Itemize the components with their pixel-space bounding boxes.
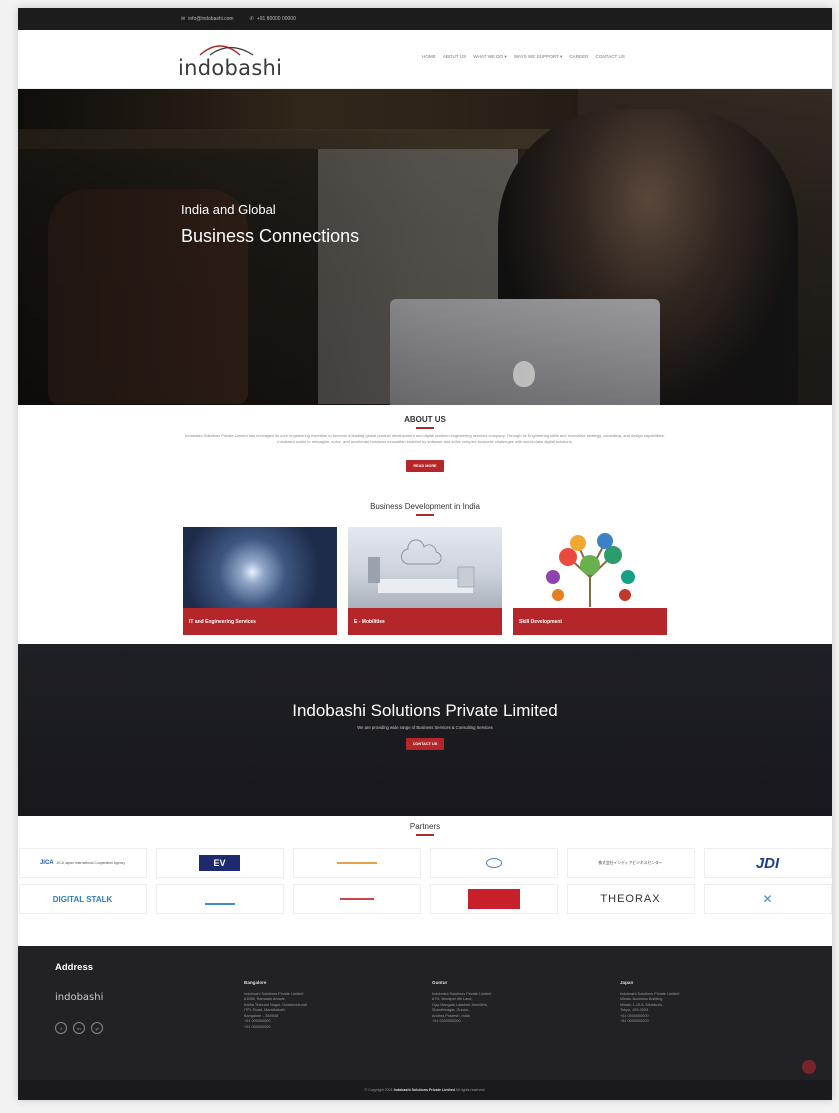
footer-column-bangalore: Bangalore Indobashi Solutions Private Li… <box>244 980 364 1030</box>
partner-name: JICA Japan International Cooperation Age… <box>56 861 126 865</box>
phone-line: +91 0000000000 <box>432 1019 461 1023</box>
partner-logo-12[interactable]: ✕ <box>703 884 832 914</box>
phone-line: +81 0000000000 <box>620 1019 649 1023</box>
nav-ways-we-support[interactable]: WAYS WE SUPPORT ▾ <box>514 54 563 60</box>
card-it-engineering[interactable]: IT and Engineering Services <box>183 527 337 635</box>
skills-tree-icon <box>546 533 635 607</box>
title-underline <box>416 834 434 836</box>
top-bar: ✉ info@indobashi.com ✆ +91 80000 00000 <box>18 8 832 30</box>
partner-logo-ev[interactable]: EV <box>155 848 284 878</box>
envelope-icon: ✉ <box>181 16 186 22</box>
about-title: ABOUT US <box>404 415 446 424</box>
footer-address-title: Address <box>55 962 94 973</box>
footer-column-japan: Japan Indobashi Solutions Private Limite… <box>620 980 740 1025</box>
bridge-arc-icon <box>199 45 254 56</box>
partner-logo-ibc[interactable]: 株式会社インディアビジネスセンター <box>566 848 695 878</box>
partner-name: JDI <box>755 854 780 872</box>
card-label: Skill Development <box>513 608 667 635</box>
cloud-devices-image <box>348 527 502 609</box>
main-nav: HOME ABOUT US WHAT WE DO ▾ WAYS WE SUPPO… <box>422 54 625 60</box>
partner-name: 株式会社インディアビジネスセンター <box>598 860 663 865</box>
phone-icon: ✆ <box>249 16 254 22</box>
footer-logo[interactable]: indobashi <box>55 992 103 1003</box>
logo-text: indobashi <box>178 56 283 80</box>
phone-line: +91 000000000 <box>244 1024 271 1029</box>
youtube-icon[interactable]: yt <box>91 1022 103 1034</box>
footer-column-guntur: Guntur Indobashi Solutions Private Limit… <box>432 980 552 1025</box>
partners-title: Partners <box>409 822 441 831</box>
cloud-icon <box>368 539 475 593</box>
card-e-mobilities[interactable]: E - Mobilities <box>348 527 502 635</box>
partner-name: DIGITAL STALK <box>52 894 113 904</box>
column-title: Japan <box>620 980 634 985</box>
facebook-icon[interactable]: f <box>55 1022 67 1034</box>
welding-image <box>183 527 337 609</box>
copyright-suffix: All rights reserved. <box>455 1088 486 1092</box>
about-section: ABOUT US Indobashi Solutions Private Lim… <box>18 405 832 472</box>
nav-home[interactable]: HOME <box>422 54 436 60</box>
hero-subheading: India and Global <box>181 202 276 217</box>
business-development-section: Business Development in India IT and Eng… <box>18 502 832 635</box>
partner-name: EV <box>199 855 240 871</box>
copyright-company: Indobashi Solutions Private Limited <box>393 1088 455 1092</box>
site-header: indobashi HOME ABOUT US WHAT WE DO ▾ WAY… <box>18 30 832 89</box>
title-underline <box>416 514 434 516</box>
partner-logo-3[interactable] <box>292 848 421 878</box>
partner-logo-9[interactable] <box>292 884 421 914</box>
card-label: E - Mobilities <box>348 608 502 635</box>
copyright-bar: © Copyright 2021 Indobashi Solutions Pri… <box>18 1080 832 1100</box>
partner-logo-4[interactable] <box>429 848 558 878</box>
skills-tree-image <box>513 527 667 609</box>
hero-banner: India and Global Business Connections <box>18 89 832 405</box>
copyright-prefix: © Copyright 2021 <box>364 1088 393 1092</box>
email-contact[interactable]: ✉ info@indobashi.com <box>181 16 234 22</box>
phone-text: +91 80000 00000 <box>256 16 296 22</box>
nav-contact-us[interactable]: CONTACT US <box>595 54 624 60</box>
partner-logo-8[interactable] <box>155 884 284 914</box>
title-underline <box>416 427 434 429</box>
nav-career[interactable]: CAREER <box>569 54 588 60</box>
nav-about-us[interactable]: ABOUT US <box>443 54 466 60</box>
partner-logo-jica[interactable]: JICA JICA Japan International Cooperation… <box>18 848 147 878</box>
site-footer: Address indobashi f in yt Bangalore Indo… <box>18 946 832 1080</box>
partner-name: THEORAX <box>600 893 661 905</box>
column-title: Bangalore <box>244 980 267 985</box>
service-cards: IT and Engineering Services E - Mobiliti… <box>18 527 832 635</box>
partners-section: Partners JICA JICA Japan International Co… <box>18 822 832 914</box>
about-text: Indobashi Solutions Private Limited has … <box>185 433 665 444</box>
social-links: f in yt <box>55 1022 103 1034</box>
company-banner: Indobashi Solutions Private Limited We a… <box>18 644 832 816</box>
company-banner-subtitle: We are providing wide range of Business … <box>357 725 493 730</box>
hero-overlay <box>18 89 832 405</box>
phone-contact[interactable]: ✆ +91 80000 00000 <box>250 16 296 22</box>
hero-heading: Business Connections <box>181 226 360 246</box>
partner-logo-digital-stalk[interactable]: DIGITAL STALK <box>18 884 147 914</box>
nav-what-we-do[interactable]: WHAT WE DO ▾ <box>473 54 507 60</box>
business-title: Business Development in India <box>370 502 480 511</box>
scroll-to-top-button[interactable] <box>802 1060 816 1074</box>
page: ✉ info@indobashi.com ✆ +91 80000 00000 ind… <box>18 8 832 1100</box>
column-title: Guntur <box>432 980 448 985</box>
company-banner-title: Indobashi Solutions Private Limited <box>292 701 558 720</box>
site-logo[interactable]: indobashi <box>178 40 288 80</box>
contact-us-button[interactable]: CONTACT US <box>405 738 445 750</box>
linkedin-icon[interactable]: in <box>73 1022 85 1034</box>
partner-logos: JICA JICA Japan International Cooperation… <box>18 848 832 914</box>
email-text: info@indobashi.com <box>188 16 234 22</box>
partner-logo-theorax[interactable]: THEORAX <box>566 884 695 914</box>
card-label: IT and Engineering Services <box>183 608 337 635</box>
card-skill-development[interactable]: Skill Development <box>513 527 667 635</box>
partner-logo-jdi[interactable]: JDI <box>703 848 832 878</box>
partner-logo-10[interactable] <box>429 884 558 914</box>
read-more-button[interactable]: READ MORE <box>406 460 444 472</box>
